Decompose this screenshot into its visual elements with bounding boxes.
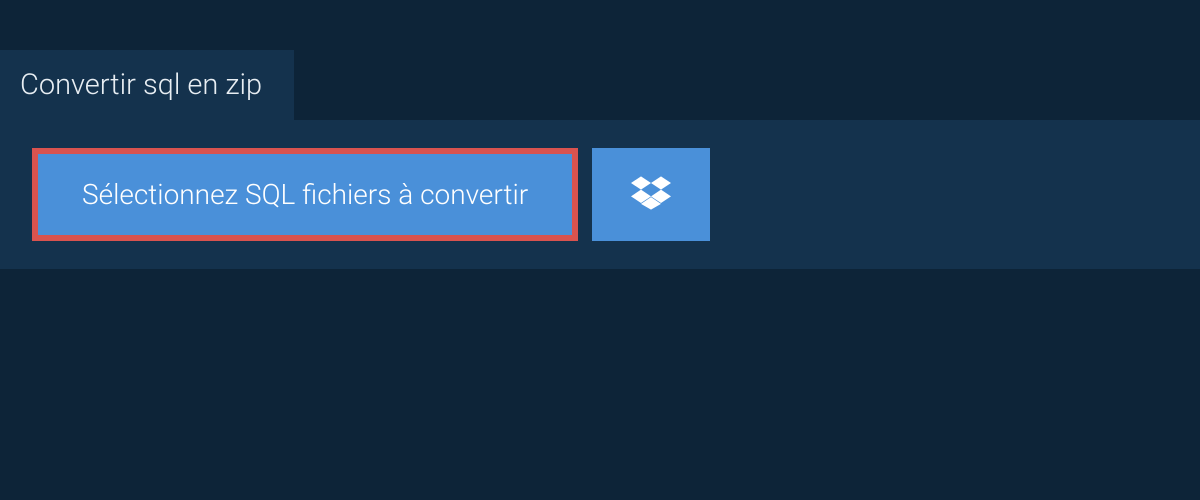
tab-title: Convertir sql en zip xyxy=(20,68,262,102)
dropbox-icon xyxy=(631,173,671,217)
select-files-button[interactable]: Sélectionnez SQL fichiers à convertir xyxy=(32,148,578,241)
converter-panel: Sélectionnez SQL fichiers à convertir xyxy=(0,120,1200,269)
tab-convert[interactable]: Convertir sql en zip xyxy=(0,50,294,120)
button-row: Sélectionnez SQL fichiers à convertir xyxy=(32,148,1172,241)
dropbox-button[interactable] xyxy=(592,148,710,241)
select-files-label: Sélectionnez SQL fichiers à convertir xyxy=(82,178,528,211)
